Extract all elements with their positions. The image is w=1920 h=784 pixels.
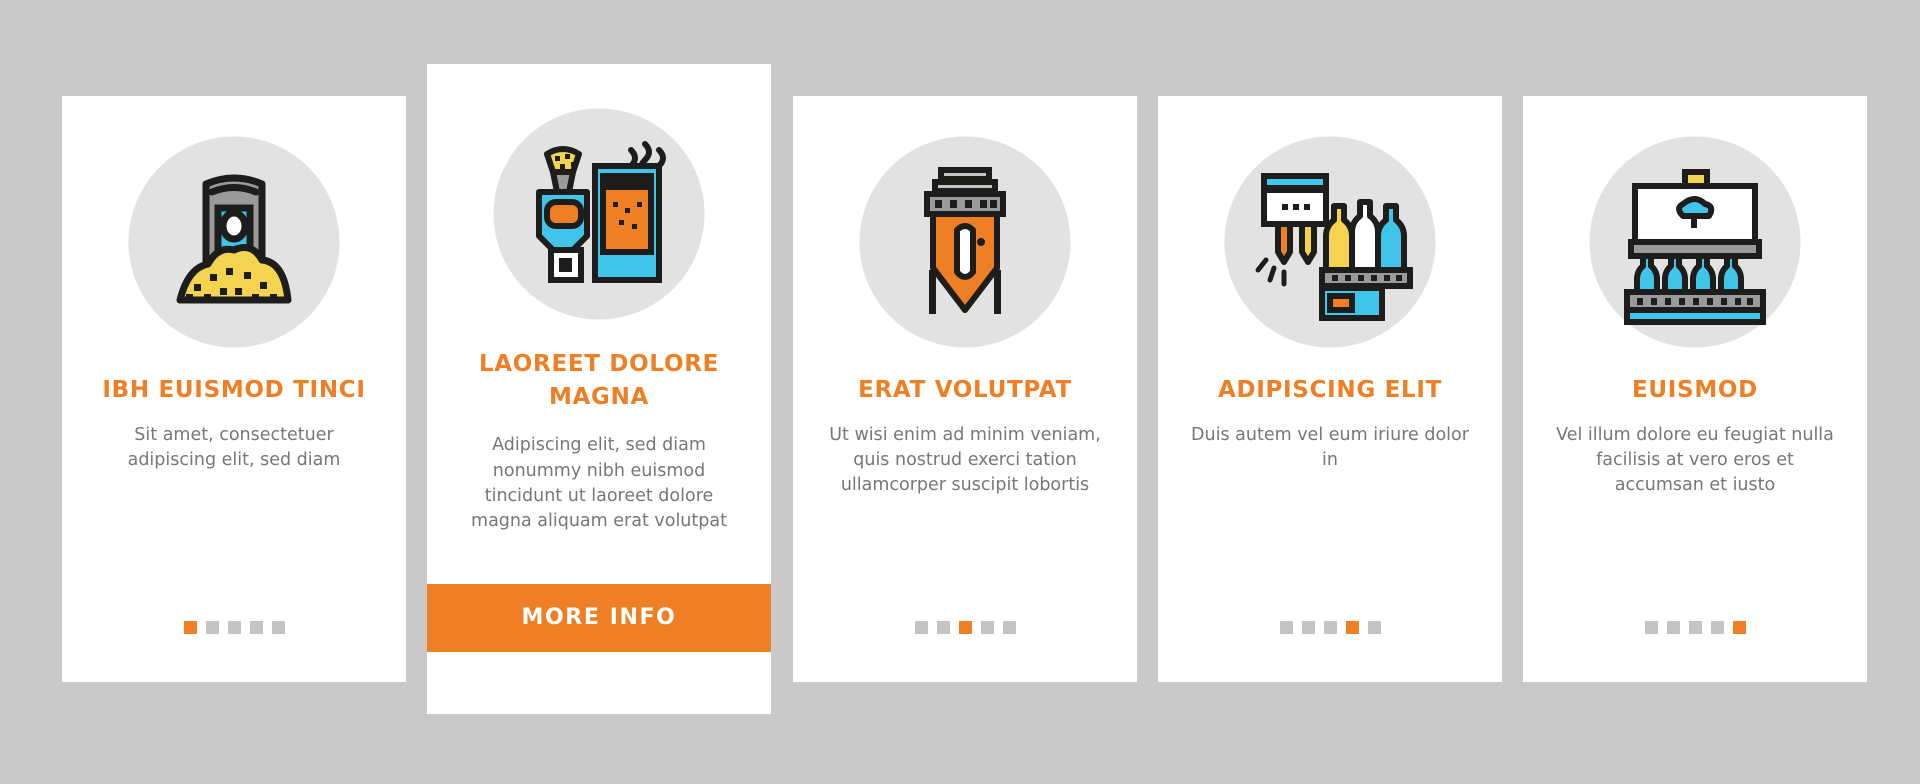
pagination-dot[interactable] [227,621,241,634]
bottle-conveyor-line-icon [1624,169,1766,325]
card-1-illustration [124,132,344,352]
pagination-dot[interactable] [1732,621,1746,634]
pagination-dot[interactable] [183,621,197,634]
card-4-description: Duis autem vel eum iriure dolor in [1191,424,1469,470]
onboarding-card-3[interactable]: ERAT VOLUTPAT Ut wisi enim ad minim veni… [793,96,1137,682]
card-4-title: ADIPISCING ELIT [1217,377,1443,403]
onboarding-card-1[interactable]: IBH EUISMOD TINCI Sit amet, consectetuer… [62,96,406,682]
pagination-dot[interactable] [958,621,972,634]
card-2-description: Adipiscing elit, sed diam nonummy nibh e… [471,435,727,531]
pagination-dot[interactable] [1002,621,1016,634]
pagination-dot[interactable] [1644,621,1658,634]
card-3-title: ERAT VOLUTPAT [858,377,1072,403]
card-3-illustration [855,132,1075,352]
onboarding-card-2[interactable]: LAOREET DOLORE MAGNA Adipiscing elit, se… [427,64,771,714]
pagination-dot[interactable] [936,621,950,634]
card-5-description: Vel illum dolore eu feugiat nulla facili… [1556,424,1834,496]
card-5-pagination-dots[interactable] [1644,621,1746,634]
card-4-pagination-dots[interactable] [1279,621,1381,634]
more-info-button[interactable]: MORE INFO [427,584,771,652]
pagination-dot[interactable] [1367,621,1381,634]
card-5-title: EUISMOD [1632,377,1758,403]
onboarding-card-4[interactable]: ADIPISCING ELIT Duis autem vel eum iriur… [1158,96,1502,682]
pagination-dot[interactable] [271,621,285,634]
pagination-dot[interactable] [980,621,994,634]
brewing-mash-tun-icon [536,141,666,283]
card-2-illustration [489,104,709,324]
pagination-dot[interactable] [249,621,263,634]
pagination-dot[interactable] [1279,621,1293,634]
pagination-dot[interactable] [1345,621,1359,634]
card-5-illustration [1585,132,1805,352]
pagination-dot[interactable] [1688,621,1702,634]
pagination-dot[interactable] [1666,621,1680,634]
pagination-dot[interactable] [914,621,928,634]
card-3-pagination-dots[interactable] [914,621,1016,634]
card-2-title: LAOREET DOLORE MAGNA [478,351,720,410]
card-1-description: Sit amet, consectetuer adipiscing elit, … [127,424,341,470]
card-3-description: Ut wisi enim ad minim veniam, quis nostr… [829,424,1101,496]
onboarding-card-5[interactable]: EUISMOD Vel illum dolore eu feugiat null… [1523,96,1867,682]
card-1-title: IBH EUISMOD TINCI [102,377,366,403]
pagination-dot[interactable] [205,621,219,634]
pagination-dot[interactable] [1301,621,1315,634]
onboarding-screens-stage: IBH EUISMOD TINCI Sit amet, consectetuer… [0,0,1920,784]
card-1-pagination-dots[interactable] [183,621,285,634]
card-4-illustration [1220,132,1440,352]
fermentation-tank-icon [924,167,1006,314]
pagination-dot[interactable] [1323,621,1337,634]
grain-sack-icon [176,174,292,304]
bottle-filling-machine-icon [1255,173,1413,321]
pagination-dot[interactable] [1710,621,1724,634]
